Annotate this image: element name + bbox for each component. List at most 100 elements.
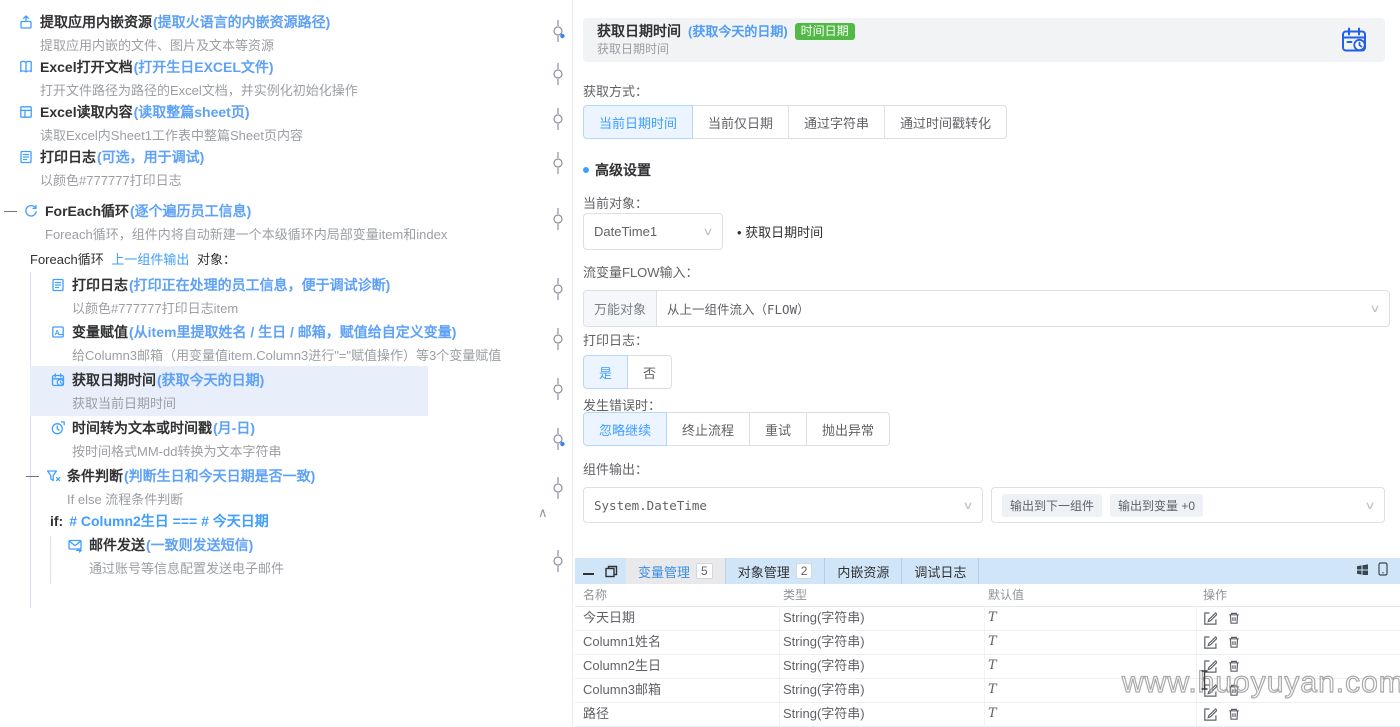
on-error-terminate[interactable]: 终止流程: [666, 412, 751, 446]
variable-assign-icon: A: [50, 324, 66, 340]
flow-anchor[interactable]: [551, 328, 565, 350]
object-count-badge: 2: [795, 563, 813, 579]
chevron-down-icon: ∨: [1364, 499, 1376, 512]
flow-anchor[interactable]: [551, 63, 565, 85]
windows-grid-icon[interactable]: [1356, 562, 1368, 580]
flow-anchor[interactable]: [551, 378, 565, 400]
advanced-dot-icon: [583, 167, 589, 173]
fetch-mode-label: 获取方式：: [583, 84, 649, 99]
excel-open-icon: [18, 59, 34, 75]
print-log-icon: [18, 149, 34, 165]
flow-node-foreach[interactable]: — ForEach循环(逐个遍历员工信息) Foreach循环，组件内将自动新建…: [4, 202, 447, 244]
flow-anchor[interactable]: [551, 208, 565, 230]
delete-icon[interactable]: [1227, 707, 1241, 721]
component-alias: (获取今天的日期): [688, 24, 788, 39]
bottom-panel-tabbar: 变量管理 5 对象管理 2 内嵌资源 调试日志: [575, 558, 1400, 584]
flow-node-print-log[interactable]: 打印日志(可选，用于调试) 以颜色#777777打印日志: [18, 148, 204, 190]
text-cursor: [1201, 670, 1208, 690]
flow-node-excel-open[interactable]: Excel打开文档(打开生日EXCEL文件) 打开文件路径为路径的Excel文档…: [18, 58, 358, 100]
print-log-icon: [50, 277, 66, 293]
tab-variable-management[interactable]: 变量管理 5: [626, 558, 726, 584]
component-header-card: 获取日期时间 (获取今天的日期) 时间日期 获取日期时间: [583, 18, 1385, 62]
print-log-yes[interactable]: 是: [583, 355, 629, 389]
flow-input-label: 流变量FLOW输入：: [583, 265, 699, 280]
flow-node-variable-assign[interactable]: A 变量赋值(从item里提取姓名 / 生日 / 邮箱，赋值给自定义变量) 给C…: [50, 323, 501, 365]
delete-icon[interactable]: [1227, 635, 1241, 649]
output-target-select[interactable]: 输出到下一组件 输出到变量 +0 ∨: [991, 487, 1385, 523]
flow-anchor[interactable]: [551, 20, 565, 42]
chevron-down-icon: ∨: [1369, 303, 1381, 315]
collapse-toggle[interactable]: —: [26, 467, 39, 485]
on-error-group: 忽略继续 终止流程 重试 抛出异常: [583, 412, 891, 446]
variable-table: 名称 类型 默认值 操作 今天日期 String(字符串) T Column1姓…: [575, 584, 1400, 727]
datetime-icon: [50, 372, 66, 388]
on-error-retry[interactable]: 重试: [749, 412, 808, 446]
print-log-group: 是 否: [583, 355, 673, 389]
panel-layout-icon[interactable]: [1378, 561, 1388, 581]
table-row[interactable]: 今天日期 String(字符串) T: [575, 606, 1400, 631]
output-target-chip[interactable]: 输出到下一组件: [1002, 493, 1103, 517]
site-watermark: www.huoyuyan.com: [1121, 665, 1400, 699]
previous-output-link[interactable]: 上一组件输出: [111, 252, 189, 267]
tab-embedded-resources[interactable]: 内嵌资源: [825, 558, 903, 584]
fetch-mode-option-date-only[interactable]: 当前仅日期: [692, 105, 790, 139]
fetch-mode-group: 当前日期时间 当前仅日期 通过字符串 通过时间戳转化: [583, 105, 1008, 139]
print-log-label: 打印日志：: [583, 333, 649, 348]
restore-panel-icon[interactable]: [605, 565, 618, 578]
tab-object-management[interactable]: 对象管理 2: [726, 558, 826, 584]
table-row[interactable]: 路径 String(字符串) T: [575, 702, 1400, 727]
flow-node-excel-read[interactable]: Excel读取内容(读取整篇sheet页) 读取Excel内Sheet1工作表中…: [18, 103, 303, 145]
flow-node-get-datetime[interactable]: 获取日期时间(获取今天的日期) 获取当前日期时间: [50, 371, 264, 413]
output-target-chip[interactable]: 输出到变量 +0: [1110, 493, 1204, 517]
flow-node-extract-resource[interactable]: 提取应用内嵌资源(提取火语言的内嵌资源路径) 提取应用内嵌的文件、图片及文本等资…: [18, 13, 330, 55]
fetch-mode-option-from-timestamp[interactable]: 通过时间戳转化: [884, 105, 1008, 139]
on-error-throw[interactable]: 抛出异常: [806, 412, 891, 446]
current-object-hint: • 获取日期时间: [737, 225, 824, 240]
tab-debug-log[interactable]: 调试日志: [902, 558, 980, 584]
output-label: 组件输出：: [583, 462, 649, 477]
minimize-panel-icon[interactable]: [583, 565, 595, 577]
embed-resource-icon: [18, 14, 34, 30]
variable-count-badge: 5: [696, 563, 713, 579]
flow-anchor[interactable]: [551, 550, 565, 572]
excel-read-icon: [18, 104, 34, 120]
time-convert-icon: [50, 420, 66, 436]
component-title: 获取日期时间: [597, 23, 681, 39]
flow-node-print-log-item[interactable]: 打印日志(打印正在处理的员工信息，便于调试诊断) 以颜色#777777打印日志i…: [50, 276, 390, 318]
category-badge: 时间日期: [794, 23, 855, 40]
branch-collapse-chevron[interactable]: ∧: [538, 505, 548, 521]
advanced-settings-header[interactable]: 高级设置: [583, 160, 651, 180]
delete-icon[interactable]: [1227, 611, 1241, 625]
foreach-target-line: Foreach循环 上一组件输出 对象：: [30, 252, 236, 267]
fetch-mode-option-current-datetime[interactable]: 当前日期时间: [583, 105, 694, 139]
flow-node-mail-send[interactable]: 邮件发送(一致则发送短信) 通过账号等信息配置发送电子邮件: [67, 536, 284, 578]
edit-icon[interactable]: [1203, 635, 1217, 649]
if-condition-expression[interactable]: if: # Column2生日 === # 今天日期: [50, 512, 269, 530]
rpa-flow-editor: 提取应用内嵌资源(提取火语言的内嵌资源路径) 提取应用内嵌的文件、图片及文本等资…: [0, 0, 1400, 727]
flow-node-condition[interactable]: — 条件判断(判断生日和今天日期是否一致) If else 流程条件判断: [26, 467, 315, 509]
table-row[interactable]: Column1姓名 String(字符串) T: [575, 630, 1400, 655]
flow-anchor[interactable]: [551, 428, 565, 450]
current-object-select[interactable]: DateTime1 ∨: [583, 213, 723, 250]
flow-node-time-convert[interactable]: 时间转为文本或时间戳(月-日) 按时间格式MM-dd转换为文本字符串: [50, 419, 281, 461]
flow-anchor[interactable]: [551, 108, 565, 130]
svg-text:A: A: [55, 330, 60, 337]
chevron-down-icon: ∨: [702, 226, 714, 238]
edit-icon[interactable]: [1203, 707, 1217, 721]
table-header-row: 名称 类型 默认值 操作: [575, 584, 1400, 607]
output-type-select[interactable]: System.DateTime ∨: [583, 487, 983, 523]
chevron-down-icon: ∨: [962, 499, 974, 512]
flow-anchor[interactable]: [551, 477, 565, 499]
print-log-no[interactable]: 否: [627, 355, 673, 389]
panel-divider: [572, 0, 573, 727]
foreach-scope-guide: [30, 272, 31, 608]
on-error-ignore[interactable]: 忽略继续: [583, 412, 668, 446]
if-scope-guide: [50, 536, 51, 584]
collapse-toggle[interactable]: —: [4, 202, 17, 220]
flow-anchor[interactable]: [551, 278, 565, 300]
condition-filter-icon: [45, 468, 61, 484]
flow-anchor[interactable]: [551, 152, 565, 174]
edit-icon[interactable]: [1203, 611, 1217, 625]
fetch-mode-option-from-string[interactable]: 通过字符串: [788, 105, 886, 139]
flow-input-select[interactable]: 万能对象 从上一组件流入（FLOW） ∨: [583, 290, 1390, 327]
